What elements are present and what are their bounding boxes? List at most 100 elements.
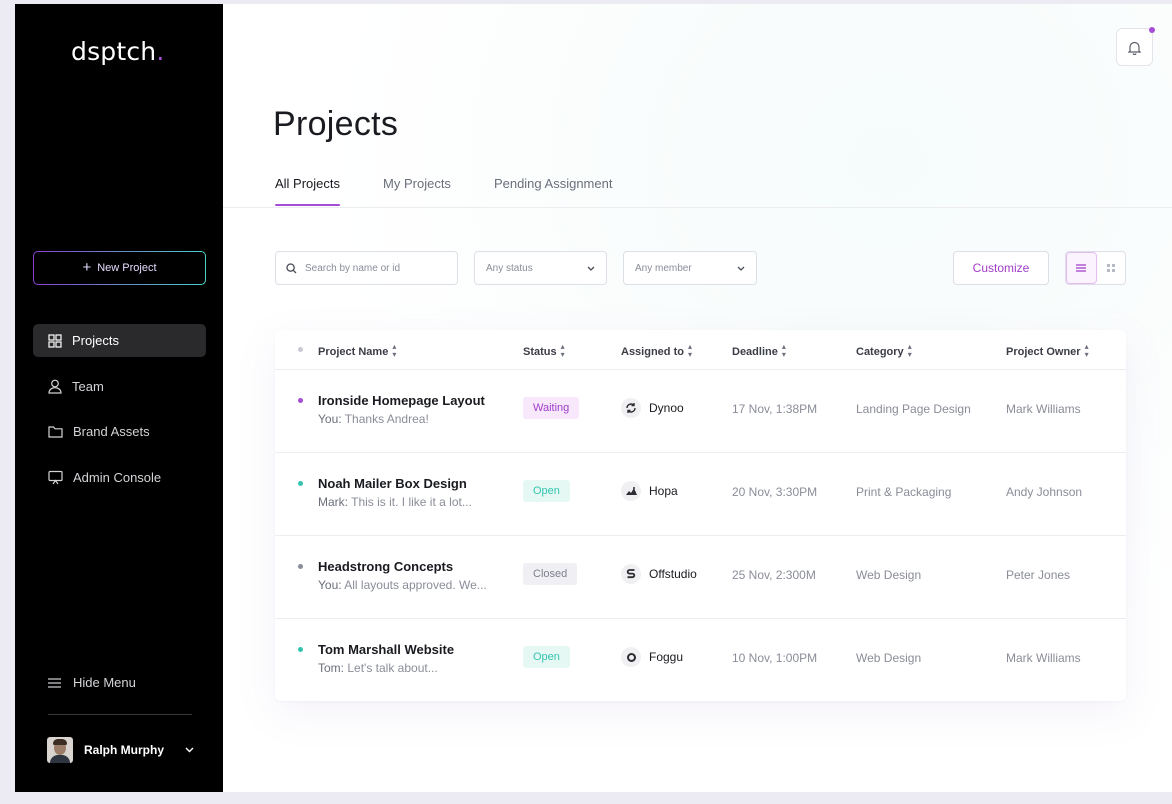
view-toggle bbox=[1065, 251, 1126, 285]
sidebar-divider bbox=[48, 714, 192, 715]
column-label: Status bbox=[523, 345, 557, 358]
category: Web Design bbox=[856, 568, 922, 582]
table-row[interactable]: Ironside Homepage Layout You: Thanks And… bbox=[275, 370, 1126, 453]
sort-icon: ▴ ▾ bbox=[560, 342, 565, 359]
unread-dot bbox=[298, 398, 303, 403]
assignee: Dynoo bbox=[621, 398, 684, 418]
deadline: 25 Nov, 2:300M bbox=[732, 568, 816, 582]
new-project-button[interactable]: + New Project bbox=[33, 251, 206, 285]
column-header-status[interactable]: Status ▴ ▾ bbox=[523, 342, 565, 359]
message-text: Let's talk about... bbox=[347, 661, 438, 675]
member-filter[interactable]: Any member bbox=[623, 251, 757, 285]
chevron-down-icon bbox=[587, 266, 595, 271]
column-label: Deadline bbox=[732, 345, 778, 358]
table-header: Project Name ▴ ▾ Status ▴ ▾ Assigned to ▴ ▾ De… bbox=[275, 330, 1126, 370]
grid-view-button[interactable] bbox=[1097, 252, 1126, 284]
user-menu[interactable]: Ralph Murphy bbox=[47, 737, 194, 763]
chevron-down-icon bbox=[737, 266, 745, 271]
sidebar-item-projects[interactable]: Projects bbox=[33, 324, 206, 357]
projects-table: Project Name ▴ ▾ Status ▴ ▾ Assigned to ▴ ▾ De… bbox=[275, 330, 1126, 701]
assignee-name: Hopa bbox=[649, 484, 678, 498]
table-row[interactable]: Noah Mailer Box Design Mark: This is it.… bbox=[275, 453, 1126, 536]
sidebar-item-label: Projects bbox=[72, 333, 119, 348]
message-text: All layouts approved. We... bbox=[344, 578, 487, 592]
message-author: You: bbox=[318, 578, 342, 592]
project-name: Tom Marshall Website bbox=[318, 642, 455, 657]
logo-text: dsptch bbox=[71, 37, 157, 66]
sort-icon: ▴ ▾ bbox=[781, 342, 786, 359]
hide-menu-label: Hide Menu bbox=[73, 675, 136, 690]
status-badge: Waiting bbox=[523, 397, 580, 419]
notifications-button[interactable] bbox=[1116, 27, 1155, 66]
logo-dot: . bbox=[156, 37, 165, 66]
tab-all-projects[interactable]: All Projects bbox=[275, 176, 341, 206]
notification-badge bbox=[1149, 27, 1155, 33]
dynoo-logo-icon bbox=[621, 398, 641, 418]
new-project-label: New Project bbox=[97, 262, 157, 274]
tab-pending-assignment[interactable]: Pending Assignment bbox=[494, 176, 613, 205]
message-text: Thanks Andrea! bbox=[344, 412, 429, 426]
main-content: Projects All Projects My Projects Pendin… bbox=[223, 4, 1172, 792]
member-filter-value: Any member bbox=[635, 262, 692, 274]
last-message: Tom: Let's talk about... bbox=[318, 661, 438, 675]
sidebar-item-label: Admin Console bbox=[73, 469, 162, 485]
column-label: Category bbox=[856, 345, 904, 358]
column-label: Assigned to bbox=[621, 345, 684, 358]
unread-dot bbox=[298, 647, 303, 652]
status-filter-value: Any status bbox=[486, 262, 533, 274]
plus-icon: + bbox=[82, 258, 92, 276]
column-header-assigned-to[interactable]: Assigned to ▴ ▾ bbox=[621, 343, 692, 359]
assignee-name: Offstudio bbox=[649, 567, 697, 581]
user-name: Ralph Murphy bbox=[84, 743, 164, 757]
column-header-category[interactable]: Category ▴ ▾ bbox=[856, 343, 912, 359]
logo[interactable]: dsptch. bbox=[71, 37, 165, 66]
table-row[interactable]: Headstrong Concepts You: All layouts app… bbox=[275, 536, 1126, 619]
page-title: Projects bbox=[273, 105, 399, 143]
table-row[interactable]: Tom Marshall Website Tom: Let's talk abo… bbox=[275, 619, 1126, 702]
project-owner: Mark Williams bbox=[1006, 651, 1081, 665]
column-header-project-name[interactable]: Project Name ▴ ▾ bbox=[318, 343, 396, 359]
search-box bbox=[275, 251, 458, 285]
grid-icon bbox=[1106, 264, 1115, 272]
category: Web Design bbox=[856, 651, 922, 665]
chevron-down-icon bbox=[185, 747, 194, 753]
column-header-project-owner[interactable]: Project Owner ▴ ▾ bbox=[1006, 342, 1089, 359]
project-name: Ironside Homepage Layout bbox=[318, 393, 485, 408]
monitor-icon bbox=[48, 470, 63, 484]
category: Print & Packaging bbox=[856, 485, 952, 499]
hide-menu-button[interactable]: Hide Menu bbox=[48, 675, 136, 690]
column-header-deadline[interactable]: Deadline ▴ ▾ bbox=[732, 342, 786, 359]
deadline: 20 Nov, 3:30PM bbox=[732, 485, 818, 499]
sort-icon: ▴ ▾ bbox=[1084, 342, 1089, 359]
project-name: Headstrong Concepts bbox=[318, 559, 454, 574]
status-badge: Open bbox=[523, 480, 570, 502]
last-message: You: Thanks Andrea! bbox=[318, 412, 429, 426]
status-filter[interactable]: Any status bbox=[474, 251, 607, 285]
assignee: Foggu bbox=[621, 647, 683, 667]
customize-button[interactable]: Customize bbox=[953, 251, 1049, 285]
bell-icon bbox=[1128, 41, 1141, 55]
sidebar-item-team[interactable]: Team bbox=[33, 370, 206, 403]
list-view-button[interactable] bbox=[1066, 252, 1097, 284]
status-badge: Open bbox=[523, 646, 570, 668]
assignee: Offstudio bbox=[621, 564, 697, 584]
message-author: Mark: bbox=[318, 495, 348, 509]
sidebar-item-brand-assets[interactable]: Brand Assets bbox=[33, 415, 206, 448]
search-icon bbox=[286, 262, 297, 273]
offstudio-logo-icon bbox=[621, 564, 641, 584]
project-owner: Peter Jones bbox=[1006, 568, 1071, 582]
search-input[interactable] bbox=[305, 262, 445, 274]
grid-icon bbox=[48, 333, 62, 348]
tab-my-projects[interactable]: My Projects bbox=[383, 176, 451, 205]
read-dot bbox=[298, 564, 303, 569]
column-label: Project Owner bbox=[1006, 345, 1081, 358]
sidebar-nav: Projects Team Brand Assets Admin Console bbox=[33, 324, 206, 506]
sidebar-item-admin-console[interactable]: Admin Console bbox=[33, 461, 206, 494]
hopa-logo-icon bbox=[621, 481, 641, 501]
tabs-divider bbox=[223, 207, 1172, 208]
assignee-name: Dynoo bbox=[649, 401, 684, 415]
sidebar-item-label: Team bbox=[72, 378, 104, 394]
deadline: 17 Nov, 1:38PM bbox=[732, 402, 818, 416]
deadline: 10 Nov, 1:00PM bbox=[732, 651, 818, 665]
app-window: dsptch. + New Project Projects Team Bran… bbox=[15, 4, 1172, 792]
